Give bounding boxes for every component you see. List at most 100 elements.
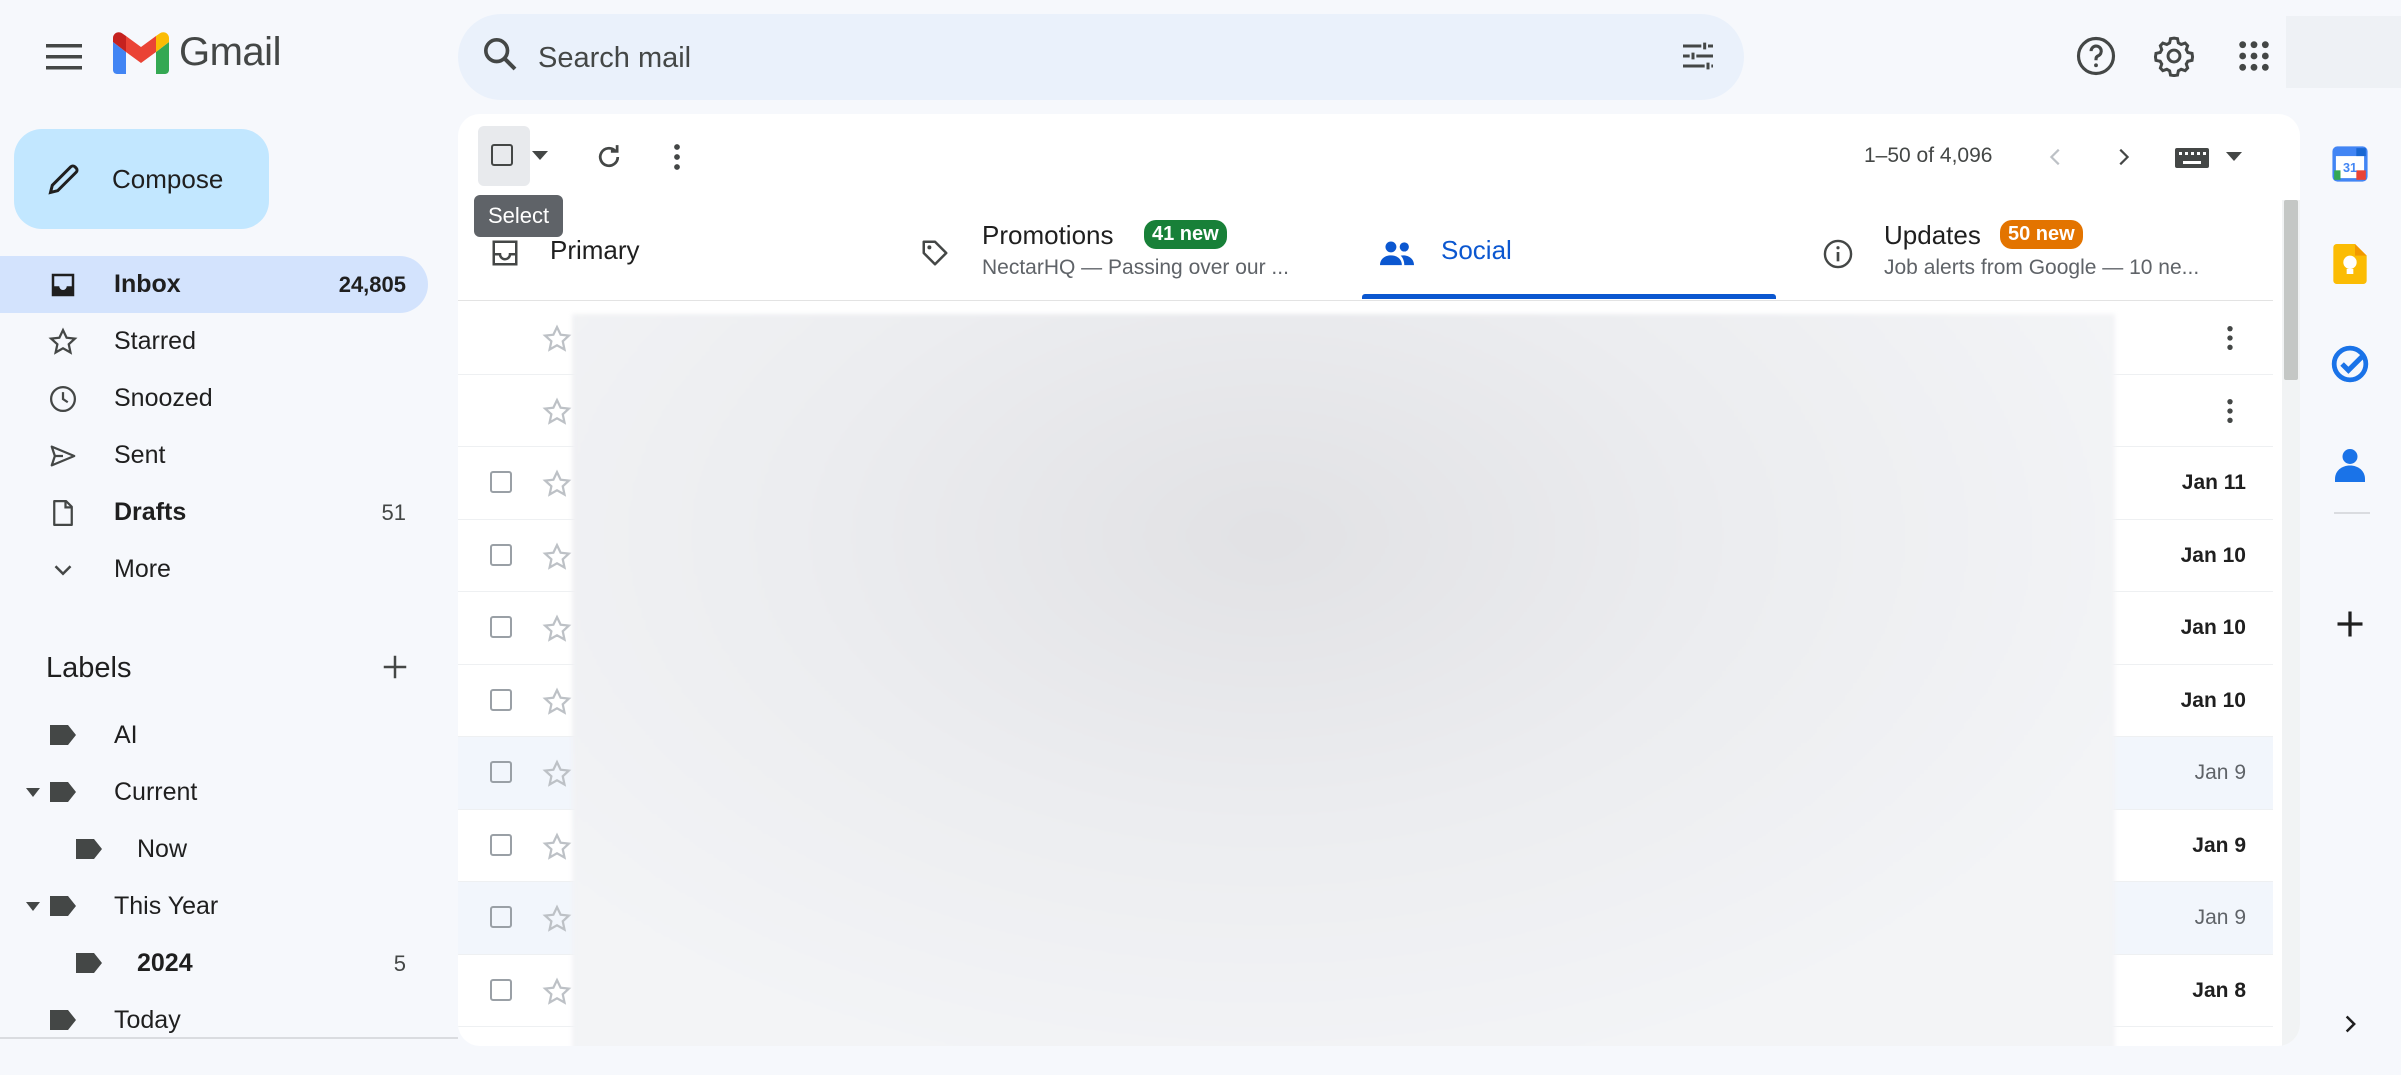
star-icon[interactable] xyxy=(542,759,572,789)
sidebar-nav: Inbox 24,805 Starred Snoozed Sent Drafts… xyxy=(0,256,428,598)
label-item-ai[interactable]: AI xyxy=(0,707,428,764)
label-tag-icon xyxy=(76,953,102,973)
tab-social[interactable]: Social xyxy=(1362,200,1776,300)
star-icon[interactable] xyxy=(542,469,572,499)
search-input[interactable] xyxy=(536,14,1540,102)
row-checkbox[interactable] xyxy=(490,906,512,928)
row-checkbox[interactable] xyxy=(490,978,512,1001)
chevron-right-icon[interactable] xyxy=(2112,144,2134,170)
star-icon[interactable] xyxy=(542,977,572,1007)
tasks-button[interactable] xyxy=(2324,338,2376,390)
sidebar-item-label: Inbox xyxy=(114,270,181,298)
pagination-text: 1–50 of 4,096 xyxy=(1864,144,1993,167)
star-icon[interactable] xyxy=(542,542,572,572)
expand-triangle-icon[interactable] xyxy=(26,788,40,798)
hamburger-icon xyxy=(46,44,82,70)
search-icon[interactable] xyxy=(480,34,520,74)
scrollbar[interactable] xyxy=(2282,200,2300,1046)
label-item-current[interactable]: Current xyxy=(0,764,428,821)
show-side-panel-button[interactable] xyxy=(2324,998,2376,1050)
plus-icon[interactable] xyxy=(380,652,410,682)
sidebar-item-more[interactable]: More xyxy=(0,541,428,598)
email-date: Jan 10 xyxy=(2180,688,2246,712)
row-checkbox[interactable] xyxy=(490,471,512,493)
star-icon[interactable] xyxy=(542,324,572,354)
row-checkbox[interactable] xyxy=(490,688,512,711)
draft-count: 51 xyxy=(381,499,406,525)
tab-promotions[interactable]: Promotions 41 new NectarHQ — Passing ove… xyxy=(890,200,1362,300)
more-vert-icon[interactable] xyxy=(672,142,682,172)
sidebar-item-label: Starred xyxy=(114,327,196,355)
tab-label: Primary xyxy=(550,235,640,265)
label-item-now[interactable]: Now xyxy=(0,821,428,878)
compose-button[interactable]: Compose xyxy=(14,129,269,229)
row-checkbox[interactable] xyxy=(490,833,512,856)
row-checkbox[interactable] xyxy=(490,616,512,638)
expand-triangle-icon[interactable] xyxy=(26,902,40,912)
people-icon xyxy=(1380,241,1414,266)
sidebar-item-starred[interactable]: Starred xyxy=(0,313,428,370)
label-name: Now xyxy=(137,835,188,863)
select-dropdown-icon[interactable] xyxy=(532,151,548,161)
row-checkbox[interactable] xyxy=(490,543,512,566)
star-icon[interactable] xyxy=(542,614,572,644)
star-icon[interactable] xyxy=(542,904,572,934)
refresh-icon[interactable] xyxy=(594,142,624,172)
select-all-checkbox[interactable] xyxy=(478,126,530,186)
email-date: Jan 9 xyxy=(2194,906,2246,929)
label-item-today[interactable]: Today xyxy=(0,992,428,1049)
sidebar-item-inbox[interactable]: Inbox 24,805 xyxy=(0,256,428,313)
label-tag-icon xyxy=(50,725,76,745)
plus-icon xyxy=(2337,611,2363,637)
tab-primary[interactable]: Primary xyxy=(458,200,890,300)
label-name: 2024 xyxy=(137,949,193,977)
support-button[interactable] xyxy=(2072,32,2120,80)
label-name: This Year xyxy=(114,892,219,920)
keyboard-icon[interactable] xyxy=(2174,147,2210,169)
list-toolbar: Select 1–50 of 4,096 xyxy=(458,114,2300,237)
calendar-button[interactable]: 31 xyxy=(2324,138,2376,190)
star-icon[interactable] xyxy=(542,832,572,862)
labels-header: Labels xyxy=(46,648,426,688)
email-date: Jan 9 xyxy=(2192,833,2246,857)
settings-button[interactable] xyxy=(2150,32,2198,80)
sidebar-divider xyxy=(0,1037,458,1039)
input-tools-dropdown-icon[interactable] xyxy=(2226,152,2242,162)
gmail-m-icon xyxy=(113,31,169,74)
chevron-left-icon[interactable] xyxy=(2045,144,2067,170)
more-vert-icon[interactable] xyxy=(2225,324,2235,352)
sidebar-item-label: Sent xyxy=(114,441,166,469)
svg-text:31: 31 xyxy=(2343,161,2357,175)
label-count: 5 xyxy=(393,951,406,976)
search-bar[interactable] xyxy=(458,14,1744,102)
label-item-this-year[interactable]: This Year xyxy=(0,878,428,935)
account-avatar[interactable] xyxy=(2286,16,2401,88)
scrollbar-thumb[interactable] xyxy=(2284,200,2298,380)
sidebar-item-sent[interactable]: Sent xyxy=(0,427,428,484)
keep-button[interactable] xyxy=(2324,238,2376,290)
star-icon[interactable] xyxy=(542,687,572,717)
apps-button[interactable] xyxy=(2230,32,2278,80)
label-name: Current xyxy=(114,778,198,806)
get-addons-button[interactable] xyxy=(2324,598,2376,650)
label-tag-icon xyxy=(50,896,76,916)
search-options-icon[interactable] xyxy=(1678,36,1718,76)
chevron-down-icon xyxy=(54,565,72,576)
contacts-icon xyxy=(2335,449,2365,482)
more-vert-icon[interactable] xyxy=(2225,397,2235,425)
sidebar-item-snoozed[interactable]: Snoozed xyxy=(0,370,428,427)
row-checkbox[interactable] xyxy=(490,761,512,783)
help-icon xyxy=(2076,36,2116,76)
tag-icon xyxy=(922,240,948,266)
tab-updates[interactable]: Updates 50 new Job alerts from Google — … xyxy=(1776,200,2273,300)
main-menu-button[interactable] xyxy=(34,34,94,80)
tab-preview: Job alerts from Google — 10 ne... xyxy=(1884,256,2200,279)
clock-icon xyxy=(50,386,76,412)
sidebar-item-drafts[interactable]: Drafts 51 xyxy=(0,484,428,541)
email-date: Jan 11 xyxy=(2181,471,2246,494)
inbox-tray-icon xyxy=(492,240,518,266)
gmail-logo[interactable]: Gmail xyxy=(113,30,281,75)
label-item-2024[interactable]: 2024 5 xyxy=(0,935,428,992)
contacts-button[interactable] xyxy=(2324,438,2376,490)
star-icon[interactable] xyxy=(542,397,572,427)
